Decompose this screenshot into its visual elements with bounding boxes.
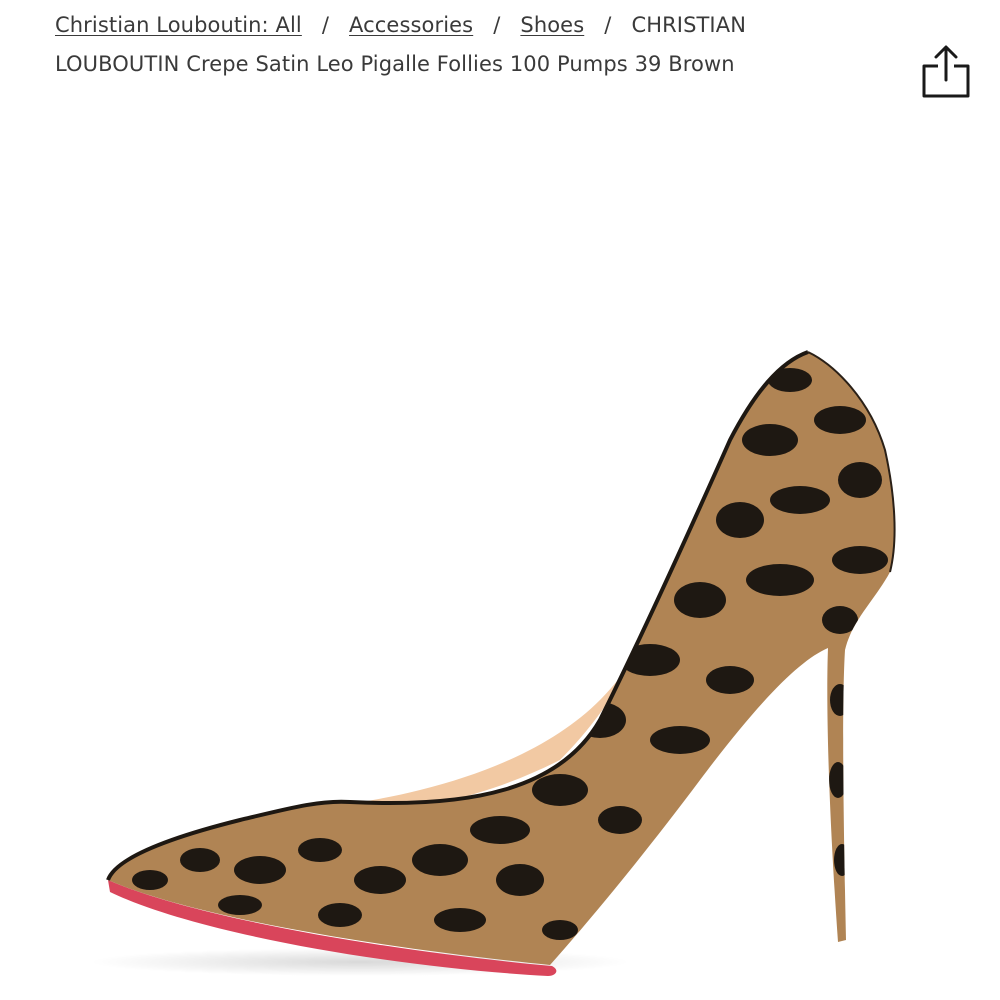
breadcrumb-separator: / xyxy=(493,13,501,37)
breadcrumb-link-shoes[interactable]: Shoes xyxy=(520,13,584,37)
breadcrumb-link-christian-louboutin-all[interactable]: Christian Louboutin: All xyxy=(55,13,302,37)
product-image xyxy=(0,110,1000,1000)
share-button[interactable] xyxy=(918,42,974,100)
breadcrumb: Christian Louboutin: All / Accessories / Sho… xyxy=(55,6,815,84)
breadcrumb-separator: / xyxy=(321,13,330,37)
share-icon xyxy=(922,45,970,98)
leopard-pump-image xyxy=(90,350,896,976)
breadcrumb-separator: / xyxy=(604,13,612,37)
breadcrumb-link-accessories[interactable]: Accessories xyxy=(349,13,473,37)
